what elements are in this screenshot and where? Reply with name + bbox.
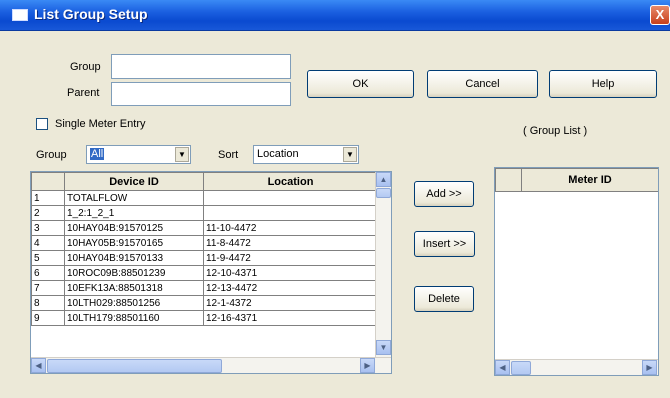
row-number-header xyxy=(31,172,65,191)
sort-label: Sort xyxy=(218,149,239,161)
scroll-thumb[interactable] xyxy=(511,361,531,375)
group-filter-label: Group xyxy=(36,149,67,161)
device-id-cell[interactable]: 10LTH179:88501160 xyxy=(64,310,204,326)
location-cell[interactable]: 11-9-4472 xyxy=(203,250,378,266)
scroll-right-icon[interactable]: ▶ xyxy=(642,360,657,375)
table-row[interactable]: 8 10LTH029:88501256 12-1-4372 xyxy=(31,295,378,311)
delete-button[interactable]: Delete xyxy=(414,286,474,312)
device-grid-hscrollbar[interactable]: ◀ ▶ xyxy=(31,357,391,373)
table-row[interactable]: 9 10LTH179:88501160 12-16-4371 xyxy=(31,310,378,326)
cancel-button[interactable]: Cancel xyxy=(427,70,538,98)
single-meter-checkbox[interactable] xyxy=(36,118,48,130)
location-cell[interactable]: 12-16-4371 xyxy=(203,310,378,326)
device-id-cell[interactable]: TOTALFLOW xyxy=(64,190,204,206)
row-number: 4 xyxy=(31,235,65,251)
device-id-cell[interactable]: 10EFK13A:88501318 xyxy=(64,280,204,296)
scroll-thumb[interactable] xyxy=(47,359,222,373)
device-id-cell[interactable]: 1_2:1_2_1 xyxy=(64,205,204,221)
sort-value: Location xyxy=(257,148,299,160)
add-button[interactable]: Add >> xyxy=(414,181,474,207)
row-number: 3 xyxy=(31,220,65,236)
row-number: 8 xyxy=(31,295,65,311)
title-bar: List Group Setup X xyxy=(0,0,670,31)
single-meter-label: Single Meter Entry xyxy=(55,118,146,130)
sort-select[interactable]: Location ▼ xyxy=(253,145,359,164)
location-cell[interactable]: 12-1-4372 xyxy=(203,295,378,311)
location-cell[interactable] xyxy=(203,190,378,206)
table-row[interactable]: 5 10HAY04B:91570133 11-9-4472 xyxy=(31,250,378,266)
help-button[interactable]: Help xyxy=(549,70,657,98)
group-input[interactable] xyxy=(111,54,291,79)
row-number: 9 xyxy=(31,310,65,326)
meter-id-header[interactable]: Meter ID xyxy=(521,168,658,192)
group-filter-value: All xyxy=(90,148,105,160)
location-cell[interactable]: 11-10-4472 xyxy=(203,220,378,236)
location-cell[interactable]: 12-10-4371 xyxy=(203,265,378,281)
device-id-cell[interactable]: 10ROC09B:88501239 xyxy=(64,265,204,281)
meter-grid-hscrollbar[interactable]: ◀ ▶ xyxy=(495,359,658,375)
meter-table: Meter ID xyxy=(495,168,658,192)
window-icon xyxy=(12,9,28,21)
table-row[interactable]: 6 10ROC09B:88501239 12-10-4371 xyxy=(31,265,378,281)
device-id-cell[interactable]: 10HAY04B:91570125 xyxy=(64,220,204,236)
group-list-label: ( Group List ) xyxy=(523,125,588,137)
window-title: List Group Setup xyxy=(34,6,148,22)
location-cell[interactable]: 12-13-4472 xyxy=(203,280,378,296)
device-id-cell[interactable]: 10HAY05B:91570165 xyxy=(64,235,204,251)
row-number: 7 xyxy=(31,280,65,296)
close-button[interactable]: X xyxy=(650,5,670,25)
location-header[interactable]: Location xyxy=(203,172,378,191)
scroll-up-icon[interactable]: ▲ xyxy=(376,172,391,187)
table-row[interactable]: 4 10HAY05B:91570165 11-8-4472 xyxy=(31,235,378,251)
scroll-right-icon[interactable]: ▶ xyxy=(360,358,375,373)
table-row[interactable]: 2 1_2:1_2_1 xyxy=(31,205,378,221)
scroll-left-icon[interactable]: ◀ xyxy=(495,360,510,375)
meter-row-number-header xyxy=(495,168,522,192)
chevron-down-icon[interactable]: ▼ xyxy=(343,147,357,162)
row-number: 2 xyxy=(31,205,65,221)
scroll-left-icon[interactable]: ◀ xyxy=(31,358,46,373)
table-row[interactable]: 3 10HAY04B:91570125 11-10-4472 xyxy=(31,220,378,236)
location-cell[interactable] xyxy=(203,205,378,221)
parent-label: Parent xyxy=(67,87,100,99)
device-id-cell[interactable]: 10HAY04B:91570133 xyxy=(64,250,204,266)
device-grid-vscrollbar[interactable]: ▲ ▼ xyxy=(375,172,391,357)
row-number: 5 xyxy=(31,250,65,266)
chevron-down-icon[interactable]: ▼ xyxy=(175,147,189,162)
group-label: Group xyxy=(70,61,101,73)
group-filter-select[interactable]: All ▼ xyxy=(86,145,191,164)
device-id-header[interactable]: Device ID xyxy=(64,172,204,191)
meter-grid[interactable]: Meter ID ◀ ▶ xyxy=(494,167,659,376)
row-number: 6 xyxy=(31,265,65,281)
device-table: Device ID Location 1 TOTALFLOW 2 1_2:1_2_1… xyxy=(31,172,378,326)
row-number: 1 xyxy=(31,190,65,206)
table-row[interactable]: 7 10EFK13A:88501318 12-13-4472 xyxy=(31,280,378,296)
location-cell[interactable]: 11-8-4472 xyxy=(203,235,378,251)
table-row[interactable]: 1 TOTALFLOW xyxy=(31,190,378,206)
parent-input[interactable] xyxy=(111,82,291,106)
scroll-down-icon[interactable]: ▼ xyxy=(376,340,391,355)
ok-button[interactable]: OK xyxy=(307,70,414,98)
scroll-thumb[interactable] xyxy=(376,188,391,198)
device-id-cell[interactable]: 10LTH029:88501256 xyxy=(64,295,204,311)
device-grid[interactable]: Device ID Location 1 TOTALFLOW 2 1_2:1_2_1… xyxy=(30,171,392,374)
insert-button[interactable]: Insert >> xyxy=(414,231,475,257)
